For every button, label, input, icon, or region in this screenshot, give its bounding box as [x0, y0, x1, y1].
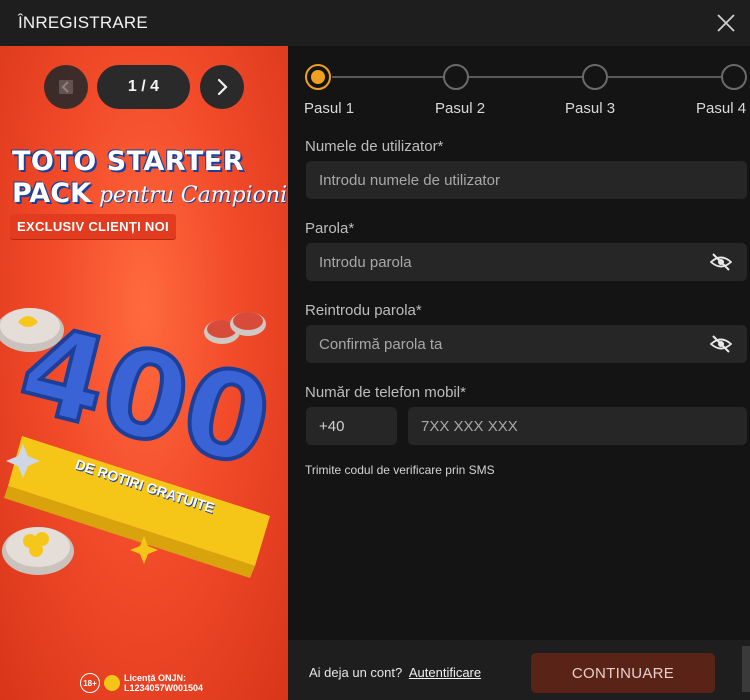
modal-title: ÎNREGISTRARE — [18, 13, 148, 32]
license-info: 18+ Licență ONJN: L1234057W001504 — [80, 673, 224, 693]
login-link[interactable]: Autentificare — [409, 665, 481, 680]
close-button[interactable] — [710, 7, 742, 39]
modal-footer: Ai deja un cont? Autentificare CONTINUAR… — [288, 640, 750, 700]
scrollbar[interactable] — [742, 646, 750, 692]
phone-field-wrapper — [408, 407, 747, 445]
next-slide-button[interactable] — [200, 65, 244, 109]
modal-header: ÎNREGISTRARE — [0, 0, 750, 46]
step-4-label: Pasul 4 — [696, 100, 747, 117]
step-1-label: Pasul 1 — [304, 100, 355, 117]
continue-button[interactable]: CONTINUARE — [531, 653, 715, 693]
chevron-right-icon — [217, 78, 228, 96]
login-prompt: Ai deja un cont? Autentificare — [309, 665, 481, 680]
step-connector — [607, 76, 722, 78]
phone-input[interactable] — [421, 417, 734, 435]
onjn-logo-icon — [104, 675, 120, 691]
promo-headline: TOTO STARTER — [12, 146, 245, 177]
slide-counter: 1 / 4 — [97, 65, 190, 109]
chevron-left-icon — [59, 80, 73, 94]
toggle-confirm-password-visibility-button[interactable] — [708, 334, 734, 354]
confirm-password-field-wrapper — [306, 325, 747, 363]
password-label: Parola* — [305, 220, 355, 237]
step-2-label: Pasul 2 — [435, 100, 486, 117]
prev-slide-button[interactable] — [44, 65, 88, 109]
username-field-wrapper — [306, 161, 747, 199]
step-connector — [468, 76, 582, 78]
close-icon — [717, 14, 735, 32]
step-connector — [332, 76, 444, 78]
promo-headline-2: PACK pentru Campioni — [12, 178, 287, 209]
confirm-password-input[interactable] — [319, 335, 708, 353]
promo-badge: EXCLUSIV CLIENȚI NOI — [10, 214, 176, 239]
username-label: Numele de utilizator* — [305, 138, 444, 155]
eye-off-icon — [710, 253, 732, 271]
promo-banner: 1 / 4 TOTO STARTER PACK pentru Campioni … — [0, 46, 288, 700]
sms-hint-text: Trimite codul de verificare prin SMS — [305, 463, 495, 477]
promo-pack-text: PACK — [12, 178, 91, 209]
banner-pager: 1 / 4 — [0, 65, 288, 109]
toggle-password-visibility-button[interactable] — [708, 252, 734, 272]
license-text: Licență ONJN: L1234057W001504 — [124, 673, 204, 693]
step-3-label: Pasul 3 — [565, 100, 616, 117]
step-1-indicator — [305, 64, 331, 90]
eye-off-icon — [710, 335, 732, 353]
progress-stepper: Pasul 1 Pasul 2 Pasul 3 Pasul 4 — [288, 62, 750, 122]
phone-prefix-select[interactable]: +40 — [306, 407, 397, 445]
step-3-indicator — [582, 64, 608, 90]
registration-form: Pasul 1 Pasul 2 Pasul 3 Pasul 4 Numele d… — [288, 46, 750, 640]
confirm-password-label: Reintrodu parola* — [305, 302, 422, 319]
age-restriction-badge: 18+ — [80, 673, 100, 693]
password-field-wrapper — [306, 243, 747, 281]
step-4-indicator — [721, 64, 747, 90]
phone-label: Număr de telefon mobil* — [305, 384, 466, 401]
password-input[interactable] — [319, 253, 708, 271]
promo-script-text: pentru Campioni — [98, 183, 288, 208]
username-input[interactable] — [319, 171, 734, 189]
step-2-indicator — [443, 64, 469, 90]
have-account-text: Ai deja un cont? — [309, 665, 403, 680]
